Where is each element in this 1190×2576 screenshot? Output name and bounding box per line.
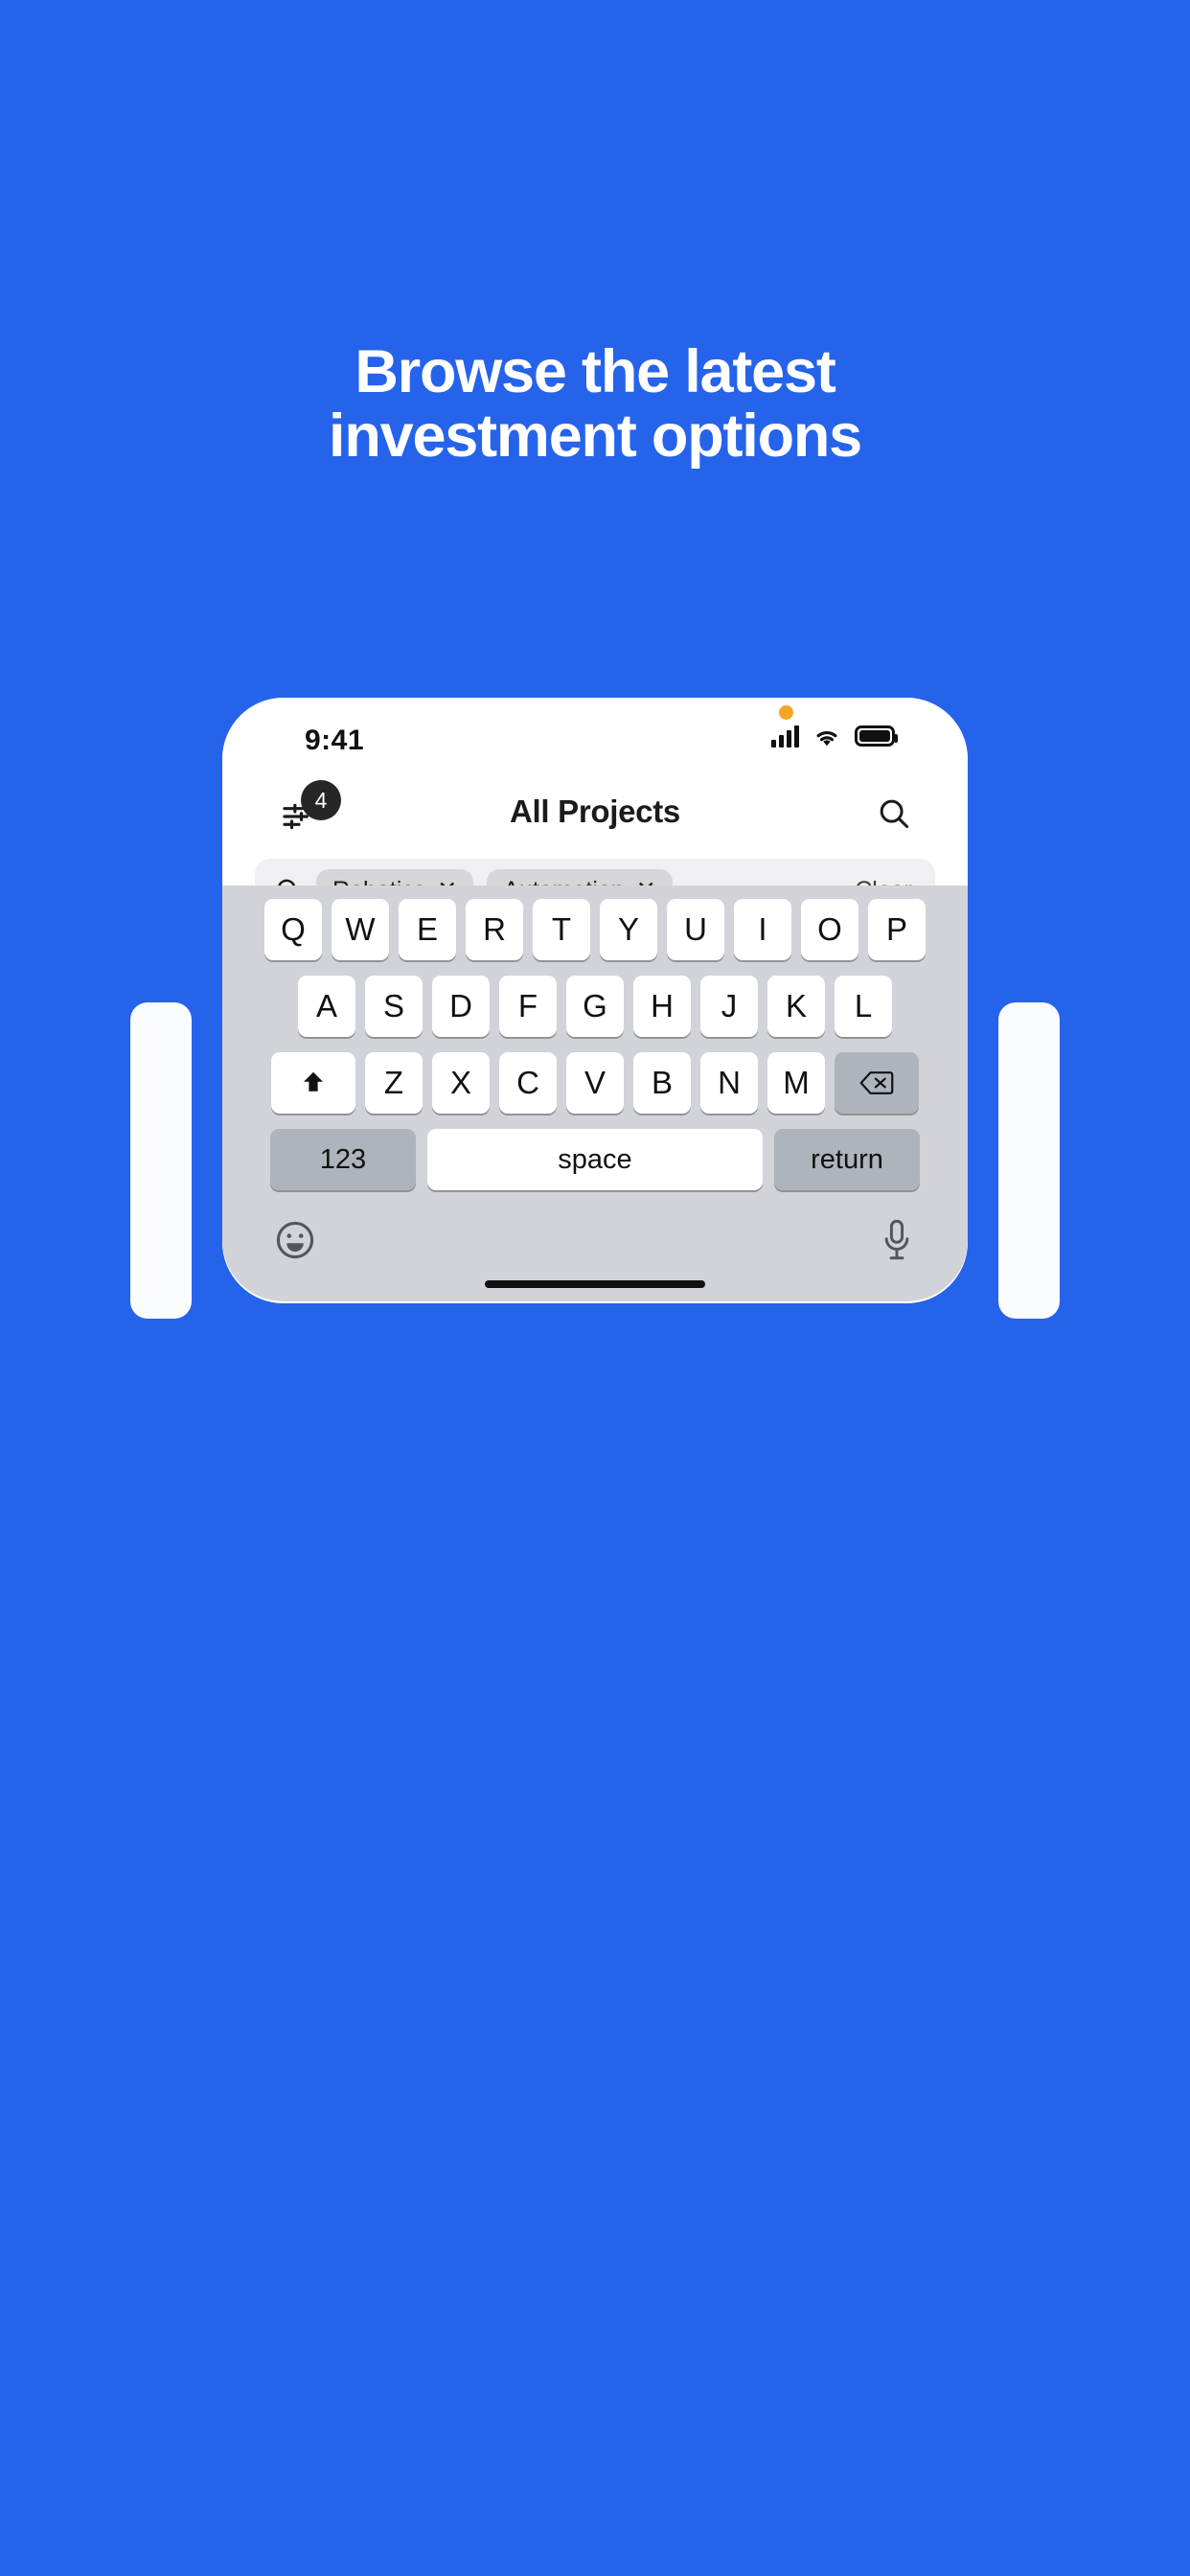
key-c[interactable]: C	[499, 1052, 557, 1114]
backspace-icon	[859, 1071, 894, 1094]
cellular-signal-icon	[771, 724, 799, 748]
headline-line-1: Browse the latest	[355, 338, 835, 405]
key-y[interactable]: Y	[600, 899, 657, 960]
keyboard-row-2: A S D F G H J K L	[230, 976, 960, 1037]
microphone-icon	[884, 1219, 909, 1259]
keyboard-bottom-bar	[230, 1206, 960, 1280]
phone-screen: 9:41 4 All Projects Q W E R T Y U I O P …	[222, 698, 968, 1301]
status-bar: 9:41	[222, 698, 968, 776]
page-title: All Projects	[510, 794, 680, 829]
key-u[interactable]: U	[667, 899, 724, 960]
shift-key[interactable]	[271, 1052, 355, 1114]
key-v[interactable]: V	[566, 1052, 624, 1114]
key-g[interactable]: G	[566, 976, 624, 1037]
emoji-key[interactable]	[274, 1219, 316, 1266]
key-r[interactable]: R	[466, 899, 523, 960]
home-indicator	[485, 1280, 705, 1288]
key-d[interactable]: D	[432, 976, 490, 1037]
key-m[interactable]: M	[767, 1052, 825, 1114]
home-indicator-wrap	[230, 1280, 960, 1301]
phone-device: 9:41 4 All Projects Q W E R T Y U I O P …	[222, 698, 968, 1303]
key-t[interactable]: T	[533, 899, 590, 960]
key-o[interactable]: O	[801, 899, 858, 960]
key-l[interactable]: L	[835, 976, 892, 1037]
key-i[interactable]: I	[734, 899, 791, 960]
space-key[interactable]: space	[427, 1129, 763, 1190]
key-x[interactable]: X	[432, 1052, 490, 1114]
on-screen-keyboard: Q W E R T Y U I O P A S D F G H J K L Z …	[222, 886, 968, 1301]
headline-line-2: investment options	[329, 402, 862, 471]
key-z[interactable]: Z	[365, 1052, 423, 1114]
app-bar: 4 All Projects	[222, 776, 968, 855]
keyboard-row-4: 123 space return	[230, 1129, 960, 1190]
key-n[interactable]: N	[700, 1052, 758, 1114]
carousel-peek-right[interactable]	[998, 1002, 1060, 1319]
battery-icon	[855, 725, 898, 747]
key-s[interactable]: S	[365, 976, 423, 1037]
orange-dot-icon	[779, 705, 793, 720]
key-e[interactable]: E	[399, 899, 456, 960]
dictation-key[interactable]	[878, 1218, 916, 1267]
emoji-smiley-icon	[276, 1221, 314, 1258]
key-q[interactable]: Q	[264, 899, 322, 960]
key-f[interactable]: F	[499, 976, 557, 1037]
wifi-icon	[812, 724, 841, 748]
keyboard-row-1: Q W E R T Y U I O P	[230, 899, 960, 960]
page-headline: Browse the latest investment options	[0, 338, 1190, 471]
numbers-key[interactable]: 123	[270, 1129, 416, 1190]
return-key[interactable]: return	[774, 1129, 920, 1190]
search-button[interactable]	[876, 795, 912, 837]
key-p[interactable]: P	[868, 899, 926, 960]
keyboard-row-3: Z X C V B N M	[230, 1052, 960, 1114]
key-a[interactable]: A	[298, 976, 355, 1037]
status-clock: 9:41	[305, 724, 365, 756]
key-h[interactable]: H	[633, 976, 691, 1037]
search-icon	[880, 799, 909, 829]
backspace-key[interactable]	[835, 1052, 919, 1114]
carousel-peek-left[interactable]	[130, 1002, 192, 1319]
key-w[interactable]: W	[332, 899, 389, 960]
key-b[interactable]: B	[633, 1052, 691, 1114]
shift-icon	[304, 1071, 323, 1092]
key-k[interactable]: K	[767, 976, 825, 1037]
key-j[interactable]: J	[700, 976, 758, 1037]
